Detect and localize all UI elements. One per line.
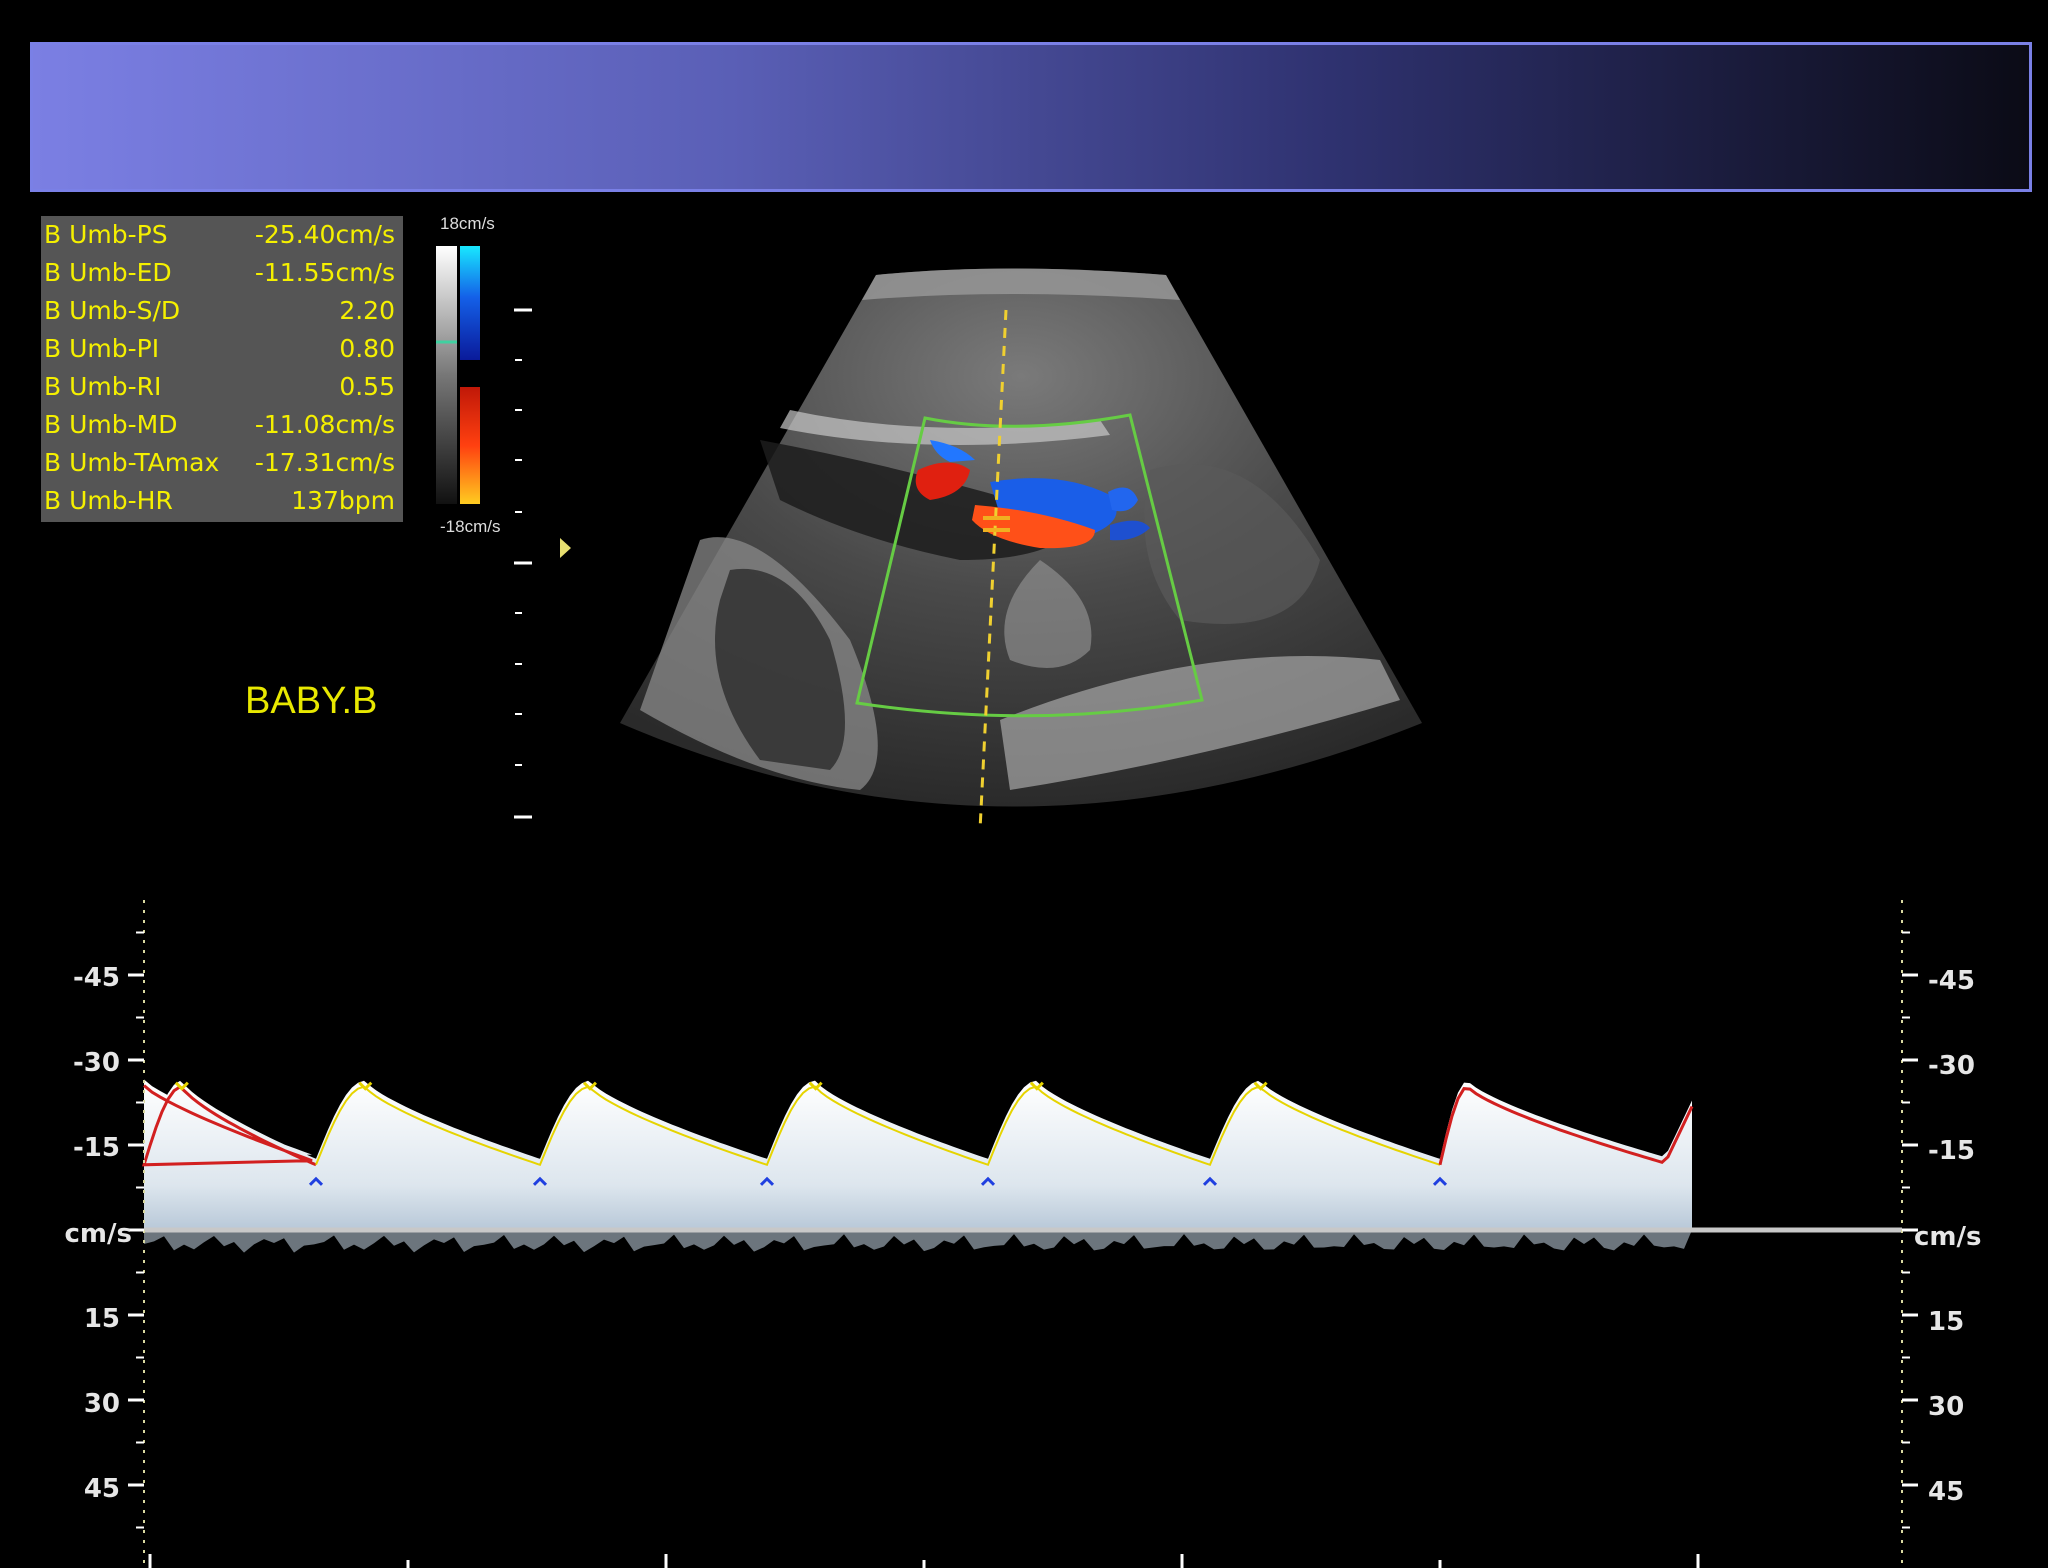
left-axis-label: 30 bbox=[83, 1389, 120, 1419]
left-axis-label: -15 bbox=[73, 1133, 120, 1163]
right-axis-label: -15 bbox=[1928, 1136, 1975, 1166]
right-axis-unit: cm/s bbox=[1914, 1222, 1982, 1252]
right-axis-label: 30 bbox=[1928, 1392, 1965, 1422]
spectral-envelope-fill bbox=[144, 1079, 1692, 1230]
left-axis-label: 45 bbox=[83, 1474, 120, 1504]
color-scale-blue-bar bbox=[460, 246, 480, 360]
focus-marker-icon bbox=[560, 538, 571, 558]
right-axis-label: 45 bbox=[1928, 1477, 1965, 1507]
depth-scale bbox=[514, 308, 532, 819]
left-axis-unit: cm/s bbox=[64, 1219, 132, 1249]
right-axis-label: -30 bbox=[1928, 1051, 1975, 1081]
left-axis-label: -45 bbox=[73, 963, 120, 993]
left-axis-label: -30 bbox=[73, 1048, 120, 1078]
peak-markers bbox=[174, 1081, 1268, 1091]
doppler-spectrum bbox=[141, 1079, 1902, 1253]
spectral-mirror bbox=[144, 1230, 1692, 1253]
time-ticks bbox=[148, 1554, 1700, 1568]
color-scale-grey-bar bbox=[436, 246, 457, 504]
left-axis-label: 15 bbox=[83, 1304, 120, 1334]
right-axis-label: 15 bbox=[1928, 1307, 1965, 1337]
right-axis-label: -45 bbox=[1928, 966, 1975, 996]
image-canvas bbox=[128, 246, 1918, 1568]
color-scale-red-bar bbox=[460, 387, 480, 504]
